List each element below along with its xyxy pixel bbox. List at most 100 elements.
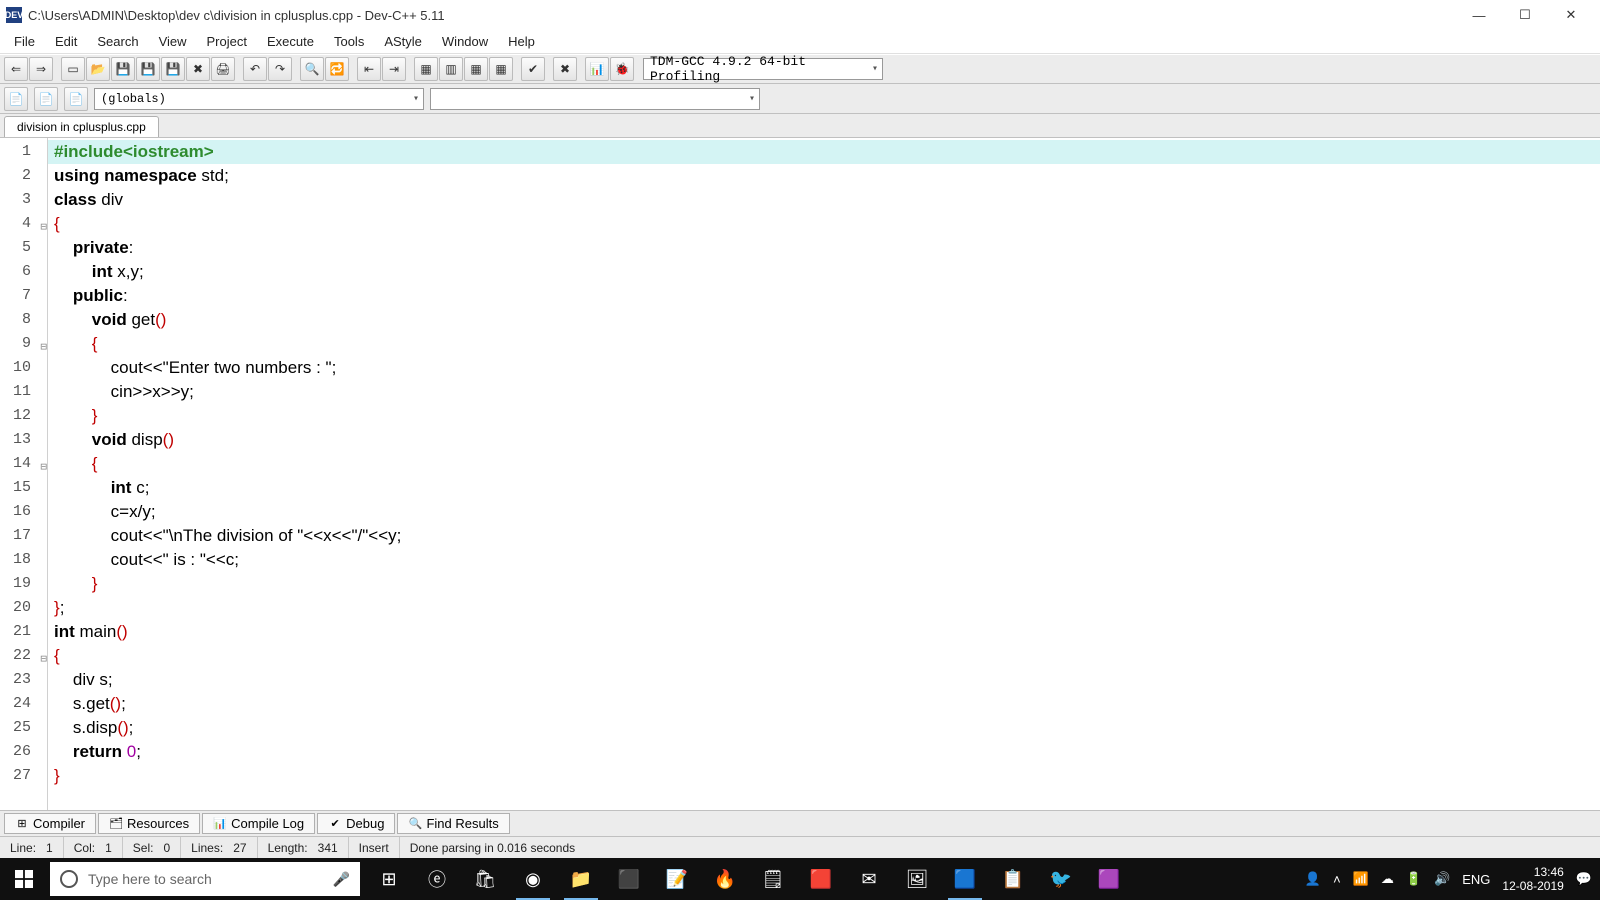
tray-chevron-icon[interactable]: ˄ <box>1333 872 1341 887</box>
code-line[interactable]: { <box>48 212 1600 236</box>
code-line[interactable]: private: <box>48 236 1600 260</box>
goto-impl-button[interactable]: 📄 <box>64 87 88 111</box>
explorer-icon[interactable]: 📁 <box>558 858 604 900</box>
code-line[interactable]: s.disp(); <box>48 716 1600 740</box>
menu-help[interactable]: Help <box>498 32 545 51</box>
code-line[interactable]: class div <box>48 188 1600 212</box>
code-line[interactable]: void disp() <box>48 428 1600 452</box>
bottom-tab-debug[interactable]: ✔Debug <box>317 813 395 834</box>
compile-run-button[interactable]: ▦ <box>464 57 488 81</box>
notifications-icon[interactable]: 💬 <box>1576 871 1592 887</box>
devcpp-taskbar-icon[interactable]: 🟦 <box>942 858 988 900</box>
volume-icon[interactable]: 🔊 <box>1434 871 1450 887</box>
replace-button[interactable]: 🔁 <box>325 57 349 81</box>
language-indicator[interactable]: ENG <box>1462 872 1490 887</box>
forward-button[interactable]: ⇒ <box>29 57 53 81</box>
debug-skip-button[interactable]: ✖ <box>553 57 577 81</box>
outdent-button[interactable]: ⇤ <box>357 57 381 81</box>
class-browser-combo[interactable]: (globals) <box>94 88 424 110</box>
goto-decl-button[interactable]: 📄 <box>34 87 58 111</box>
mail-icon[interactable]: ✉ <box>846 858 892 900</box>
people-icon[interactable]: 👤 <box>1305 871 1321 887</box>
menu-astyle[interactable]: AStyle <box>374 32 432 51</box>
twitter-icon[interactable]: 🐦 <box>1038 858 1084 900</box>
code-line[interactable]: public: <box>48 284 1600 308</box>
code-line[interactable]: return 0; <box>48 740 1600 764</box>
back-button[interactable]: ⇐ <box>4 57 28 81</box>
menu-view[interactable]: View <box>149 32 197 51</box>
new-class-button[interactable]: 📄 <box>4 87 28 111</box>
app-icon-5[interactable]: 🟪 <box>1086 858 1132 900</box>
code-line[interactable]: #include<iostream> <box>48 140 1600 164</box>
bottom-tab-resources[interactable]: 🗂Resources <box>98 813 200 834</box>
code-line[interactable]: { <box>48 332 1600 356</box>
code-line[interactable]: { <box>48 644 1600 668</box>
print-button[interactable]: 🖨 <box>211 57 235 81</box>
code-line[interactable]: int main() <box>48 620 1600 644</box>
app-icon-2[interactable]: 🟥 <box>798 858 844 900</box>
close-file-button[interactable]: ✖ <box>186 57 210 81</box>
compiler-profile-combo[interactable]: TDM-GCC 4.9.2 64-bit Profiling <box>643 58 883 80</box>
code-line[interactable]: cout<<" is : "<<c; <box>48 548 1600 572</box>
code-line[interactable]: int x,y; <box>48 260 1600 284</box>
terminal-icon[interactable]: ⬛ <box>606 858 652 900</box>
code-editor[interactable]: 1234567891011121314151617181920212223242… <box>0 138 1600 810</box>
code-line[interactable]: int c; <box>48 476 1600 500</box>
edge-icon[interactable]: ⓔ <box>414 858 460 900</box>
member-combo[interactable] <box>430 88 760 110</box>
code-line[interactable]: }; <box>48 596 1600 620</box>
app-icon-3[interactable]: 🖼 <box>894 858 940 900</box>
start-button[interactable] <box>0 858 48 900</box>
code-line[interactable]: { <box>48 452 1600 476</box>
notepad-icon[interactable]: 📝 <box>654 858 700 900</box>
app-icon-1[interactable]: 🗒 <box>750 858 796 900</box>
redo-button[interactable]: ↷ <box>268 57 292 81</box>
rebuild-button[interactable]: ▦ <box>489 57 513 81</box>
bottom-tab-find-results[interactable]: 🔍Find Results <box>397 813 509 834</box>
app-icon-4[interactable]: 📋 <box>990 858 1036 900</box>
bottom-tab-compiler[interactable]: ⊞Compiler <box>4 813 96 834</box>
wifi-icon[interactable]: 📶 <box>1353 871 1369 887</box>
menu-project[interactable]: Project <box>197 32 257 51</box>
menu-edit[interactable]: Edit <box>45 32 87 51</box>
task-view-icon[interactable]: ⊞ <box>366 858 412 900</box>
profile-button[interactable]: 📊 <box>585 57 609 81</box>
code-line[interactable]: void get() <box>48 308 1600 332</box>
debug-ok-button[interactable]: ✔ <box>521 57 545 81</box>
menu-file[interactable]: File <box>4 32 45 51</box>
onedrive-icon[interactable]: ☁ <box>1381 871 1394 887</box>
save-button[interactable]: 💾 <box>111 57 135 81</box>
undo-button[interactable]: ↶ <box>243 57 267 81</box>
close-button[interactable]: ✕ <box>1548 0 1594 30</box>
compile-button[interactable]: ▦ <box>414 57 438 81</box>
file-tab[interactable]: division in cplusplus.cpp <box>4 116 159 137</box>
code-line[interactable]: using namespace std; <box>48 164 1600 188</box>
maximize-button[interactable]: ☐ <box>1502 0 1548 30</box>
find-button[interactable]: 🔍 <box>300 57 324 81</box>
menu-execute[interactable]: Execute <box>257 32 324 51</box>
run-button[interactable]: ▥ <box>439 57 463 81</box>
store-icon[interactable]: 🛍 <box>462 858 508 900</box>
taskbar-clock[interactable]: 13:46 12-08-2019 <box>1502 865 1563 893</box>
code-line[interactable]: cout<<"Enter two numbers : "; <box>48 356 1600 380</box>
code-line[interactable]: div s; <box>48 668 1600 692</box>
chrome-icon[interactable]: ◉ <box>510 858 556 900</box>
code-line[interactable]: } <box>48 572 1600 596</box>
save-all-button[interactable]: 💾 <box>136 57 160 81</box>
menu-tools[interactable]: Tools <box>324 32 374 51</box>
bottom-tab-compile-log[interactable]: 📊Compile Log <box>202 813 315 834</box>
indent-button[interactable]: ⇥ <box>382 57 406 81</box>
save-as-button[interactable]: 💾 <box>161 57 185 81</box>
code-line[interactable]: c=x/y; <box>48 500 1600 524</box>
menu-search[interactable]: Search <box>87 32 148 51</box>
menu-window[interactable]: Window <box>432 32 498 51</box>
battery-icon[interactable]: 🔋 <box>1406 871 1422 887</box>
code-line[interactable]: } <box>48 764 1600 788</box>
code-area[interactable]: #include<iostream>using namespace std;cl… <box>48 138 1600 810</box>
new-file-button[interactable]: ▭ <box>61 57 85 81</box>
code-line[interactable]: } <box>48 404 1600 428</box>
taskbar-search[interactable]: Type here to search 🎤 <box>50 862 360 896</box>
code-line[interactable]: s.get(); <box>48 692 1600 716</box>
profile-del-button[interactable]: 🐞 <box>610 57 634 81</box>
filezilla-icon[interactable]: 🔥 <box>702 858 748 900</box>
